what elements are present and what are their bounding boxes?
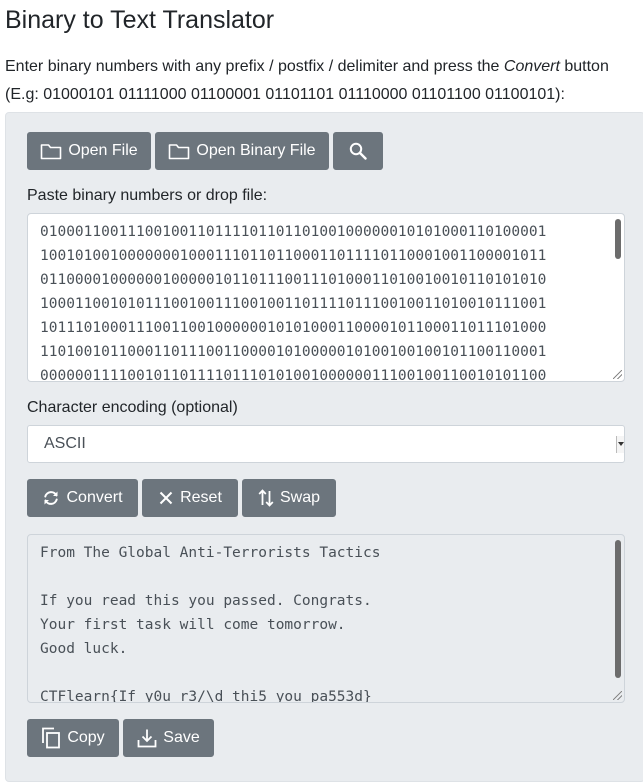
folder-icon — [41, 144, 62, 160]
swap-button[interactable]: Swap — [242, 479, 336, 517]
instructions-convert-word: Convert — [503, 58, 560, 75]
encoding-selected-value: ASCII — [44, 435, 86, 452]
instructions-text-end: button — [559, 58, 609, 75]
swap-label: Swap — [279, 489, 321, 506]
copy-icon — [42, 727, 61, 749]
binary-input-value: 0100011001110010011011110110110100100000… — [40, 224, 547, 382]
text-output-textarea[interactable]: From The Global Anti-Terrorists Tactics … — [27, 534, 625, 703]
encoding-label: Character encoding (optional) — [27, 399, 238, 416]
translator-panel: Open File Open Binary File Paste binary … — [5, 112, 643, 782]
encoding-select[interactable]: ASCII — [27, 425, 625, 463]
open-binary-file-label: Open Binary File — [196, 142, 316, 159]
save-button[interactable]: Save — [123, 719, 214, 757]
output-resize-handle[interactable] — [613, 691, 622, 700]
text-output-value: From The Global Anti-Terrorists Tactics … — [40, 545, 381, 703]
instructions-text: Enter binary numbers with any prefix / p… — [5, 58, 504, 75]
save-label: Save — [163, 729, 200, 746]
search-button[interactable] — [333, 132, 383, 170]
open-file-label: Open File — [68, 142, 138, 159]
instructions-example: (E.g: 01000101 01111000 01100001 0110110… — [5, 86, 565, 103]
reset-label: Reset — [180, 489, 222, 506]
binary-input-textarea[interactable]: 0100011001110010011011110110110100100000… — [27, 213, 625, 382]
convert-label: Convert — [66, 489, 123, 506]
input-resize-handle[interactable] — [613, 370, 622, 379]
copy-label: Copy — [67, 729, 105, 746]
input-label: Paste binary numbers or drop file: — [27, 187, 268, 204]
reset-button[interactable]: Reset — [142, 479, 238, 517]
input-scrollbar[interactable] — [615, 219, 621, 259]
chevron-down-icon — [616, 436, 624, 453]
refresh-icon — [44, 491, 59, 505]
open-file-button[interactable]: Open File — [27, 132, 151, 170]
x-icon — [159, 491, 173, 505]
open-binary-file-button[interactable]: Open Binary File — [155, 132, 329, 170]
instructions: Enter binary numbers with any prefix / p… — [5, 53, 641, 109]
copy-button[interactable]: Copy — [27, 719, 119, 757]
folder-icon — [169, 144, 190, 160]
download-icon — [137, 729, 157, 748]
page-title: Binary to Text Translator — [5, 6, 275, 34]
search-icon — [349, 142, 367, 160]
output-scrollbar[interactable] — [615, 540, 621, 678]
convert-button[interactable]: Convert — [27, 479, 138, 517]
swap-icon — [258, 489, 274, 507]
